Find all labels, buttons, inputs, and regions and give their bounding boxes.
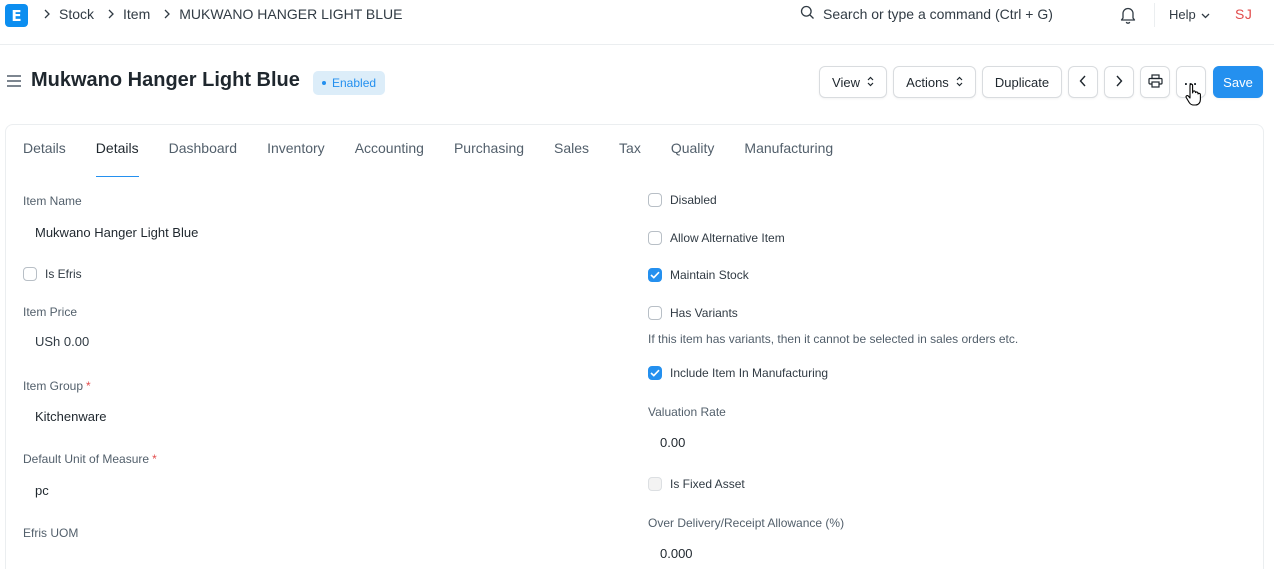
item-group-label-text: Item Group — [23, 379, 84, 393]
tab-sales[interactable]: Sales — [554, 140, 589, 176]
tab-manufacturing[interactable]: Manufacturing — [744, 140, 833, 176]
include-manufacturing-row[interactable]: Include Item In Manufacturing — [648, 366, 828, 380]
is-efris-row[interactable]: Is Efris — [23, 267, 82, 281]
actions-button[interactable]: Actions — [893, 66, 976, 98]
status-dot — [322, 81, 326, 85]
status-badge-label: Enabled — [332, 76, 377, 90]
print-button[interactable] — [1140, 66, 1170, 98]
chevron-right-icon — [40, 7, 54, 21]
breadcrumb-item[interactable]: Item — [123, 6, 150, 22]
previous-doc-button[interactable] — [1068, 66, 1098, 98]
tab-accounting[interactable]: Accounting — [355, 140, 424, 176]
tab-purchasing[interactable]: Purchasing — [454, 140, 524, 176]
disabled-row[interactable]: Disabled — [648, 193, 717, 207]
chevron-right-icon — [104, 7, 118, 21]
tab-tax[interactable]: Tax — [619, 140, 641, 176]
disabled-checkbox[interactable] — [648, 193, 662, 207]
maintain-stock-row[interactable]: Maintain Stock — [648, 268, 749, 282]
disabled-label: Disabled — [670, 193, 717, 207]
is-fixed-asset-row: Is Fixed Asset — [648, 477, 745, 491]
has-variants-label: Has Variants — [670, 306, 738, 320]
updown-icon — [956, 75, 963, 90]
maintain-stock-label: Maintain Stock — [670, 268, 749, 282]
over-delivery-label: Over Delivery/Receipt Allowance (%) — [648, 516, 845, 530]
search-placeholder[interactable]: Search or type a command (Ctrl + G) — [823, 6, 1053, 22]
hamburger-icon[interactable] — [6, 74, 22, 91]
valuation-rate-field[interactable]: 0.00 — [660, 435, 685, 450]
has-variants-checkbox[interactable] — [648, 306, 662, 320]
maintain-stock-checkbox[interactable] — [648, 268, 662, 282]
check-icon — [650, 271, 660, 279]
next-doc-button[interactable] — [1104, 66, 1134, 98]
include-manufacturing-checkbox[interactable] — [648, 366, 662, 380]
tab-inventory[interactable]: Inventory — [267, 140, 325, 176]
help-label: Help — [1169, 7, 1196, 22]
top-navbar: E Stock Item MUKWANO HANGER LIGHT BLUE S… — [0, 0, 1274, 45]
chevron-right-icon — [160, 7, 174, 21]
allow-alternative-label: Allow Alternative Item — [670, 231, 785, 245]
duplicate-button[interactable]: Duplicate — [982, 66, 1062, 98]
is-fixed-asset-checkbox — [648, 477, 662, 491]
search-icon — [800, 5, 823, 23]
is-efris-label: Is Efris — [45, 267, 82, 281]
is-fixed-asset-label: Is Fixed Asset — [670, 477, 745, 491]
view-button-label: View — [832, 74, 860, 90]
navbar-divider — [1154, 3, 1155, 27]
check-icon — [650, 369, 660, 377]
tab-details-active[interactable]: Details — [95, 140, 139, 177]
help-dropdown[interactable]: Help — [1169, 7, 1210, 22]
view-button[interactable]: View — [819, 66, 887, 98]
include-manufacturing-label: Include Item In Manufacturing — [670, 366, 829, 380]
actions-button-label: Actions — [906, 74, 949, 90]
avatar[interactable]: SJ — [1235, 6, 1252, 22]
breadcrumb-stock[interactable]: Stock — [59, 6, 94, 22]
over-delivery-field[interactable]: 0.000 — [660, 546, 693, 561]
duplicate-button-label: Duplicate — [994, 74, 1050, 90]
default-uom-field[interactable]: pc — [35, 483, 49, 498]
save-button-label: Save — [1223, 74, 1253, 90]
printer-icon — [1147, 73, 1163, 91]
required-marker: * — [152, 452, 157, 466]
page-title: Mukwano Hanger Light Blue — [31, 69, 300, 91]
breadcrumb-current-item[interactable]: MUKWANO HANGER LIGHT BLUE — [179, 6, 402, 22]
app-logo[interactable]: E — [5, 4, 28, 27]
item-price-value: USh 0.00 — [35, 334, 90, 349]
status-badge: Enabled — [313, 71, 386, 95]
form-tabs: Details Details Dashboard Inventory Acco… — [23, 140, 863, 177]
tab-quality[interactable]: Quality — [671, 140, 715, 176]
default-uom-label: Default Unit of Measure * — [23, 452, 157, 466]
is-efris-checkbox[interactable] — [23, 267, 37, 281]
form-card — [5, 124, 1264, 569]
bell-icon[interactable] — [1119, 5, 1137, 28]
search-bar[interactable]: Search or type a command (Ctrl + G) — [800, 5, 1053, 23]
valuation-rate-label: Valuation Rate — [648, 405, 726, 419]
item-group-label: Item Group * — [23, 379, 91, 393]
chevron-down-icon — [1196, 7, 1210, 22]
allow-alternative-checkbox[interactable] — [648, 231, 662, 245]
item-price-label: Item Price — [23, 305, 78, 319]
item-name-field[interactable]: Mukwano Hanger Light Blue — [35, 225, 198, 240]
tab-dashboard[interactable]: Dashboard — [169, 140, 238, 176]
updown-icon — [867, 75, 874, 90]
tab-details[interactable]: Details — [23, 140, 66, 176]
allow-alternative-row[interactable]: Allow Alternative Item — [648, 231, 785, 245]
default-uom-label-text: Default Unit of Measure — [23, 452, 150, 466]
item-group-field[interactable]: Kitchenware — [35, 409, 107, 424]
chevron-right-icon — [1115, 75, 1123, 90]
required-marker: * — [86, 379, 91, 393]
efris-uom-label: Efris UOM — [23, 526, 79, 540]
save-button[interactable]: Save — [1213, 66, 1263, 98]
breadcrumb: Stock Item MUKWANO HANGER LIGHT BLUE — [40, 6, 413, 22]
item-name-label: Item Name — [23, 194, 82, 208]
chevron-left-icon — [1079, 75, 1087, 90]
has-variants-row[interactable]: Has Variants — [648, 306, 738, 320]
has-variants-help: If this item has variants, then it canno… — [648, 332, 1019, 346]
hand-cursor-icon — [1185, 83, 1201, 110]
